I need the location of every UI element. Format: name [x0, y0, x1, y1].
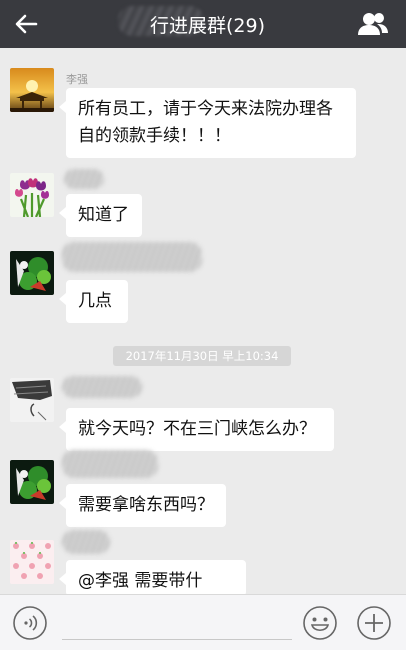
voice-input-button[interactable]	[12, 605, 48, 641]
message-input[interactable]	[62, 639, 292, 640]
redacted-sender-name	[62, 376, 142, 398]
redacted-sender-name	[62, 530, 110, 554]
sunset-pavilion-avatar-icon	[10, 68, 54, 112]
back-arrow-icon	[15, 14, 38, 34]
group-members-icon	[358, 13, 388, 35]
message-bubble[interactable]: 所有员工，请于今天来法院办理各自的领款手续！！！	[59, 88, 356, 158]
message-bubble[interactable]: 就今天吗？不在三门峡怎么办？	[59, 408, 334, 451]
emoji-button[interactable]	[302, 605, 338, 641]
message-timestamp: 2017年11月30日 早上10:34	[113, 346, 291, 366]
voice-input-icon	[13, 606, 47, 640]
message-bubble[interactable]: 几点	[59, 280, 128, 323]
plus-icon	[357, 606, 391, 640]
sketch-portrait-avatar-icon	[10, 378, 54, 422]
avatar[interactable]	[10, 251, 54, 295]
game-character-avatar-icon	[10, 251, 54, 295]
message-bubble[interactable]: 知道了	[59, 194, 142, 237]
back-button[interactable]	[8, 6, 44, 42]
strawberry-pattern-avatar-icon	[10, 540, 54, 584]
input-toolbar	[0, 594, 406, 650]
avatar[interactable]	[10, 460, 54, 504]
message-bubble[interactable]: @李强 需要带什么？	[59, 560, 246, 618]
message-list[interactable]: 李强 所有员工，请于今天来法院办理各自的领款手续！！！ 知道了 几点 2017年…	[0, 48, 406, 618]
group-members-button[interactable]	[356, 8, 390, 40]
redacted-sender-name	[62, 450, 158, 478]
avatar[interactable]	[10, 68, 54, 112]
avatar[interactable]	[10, 173, 54, 217]
sender-name: 李强	[66, 73, 88, 86]
avatar[interactable]	[10, 378, 54, 422]
more-options-button[interactable]	[356, 605, 392, 641]
message-bubble[interactable]: 需要拿啥东西吗？	[59, 484, 226, 527]
emoji-icon	[303, 606, 337, 640]
redacted-sender-name	[62, 242, 202, 272]
chat-screen: 行进展群(29) 李强 所有员工，请于今天来法院办理各自的领款手续！！！ 知道了…	[0, 0, 406, 650]
chat-header: 行进展群(29)	[0, 0, 406, 48]
page-title: 行进展群(29)	[150, 15, 266, 37]
game-character-avatar-icon	[10, 460, 54, 504]
tulips-avatar-icon	[10, 173, 54, 217]
redacted-sender-name	[64, 169, 104, 189]
avatar[interactable]	[10, 540, 54, 584]
